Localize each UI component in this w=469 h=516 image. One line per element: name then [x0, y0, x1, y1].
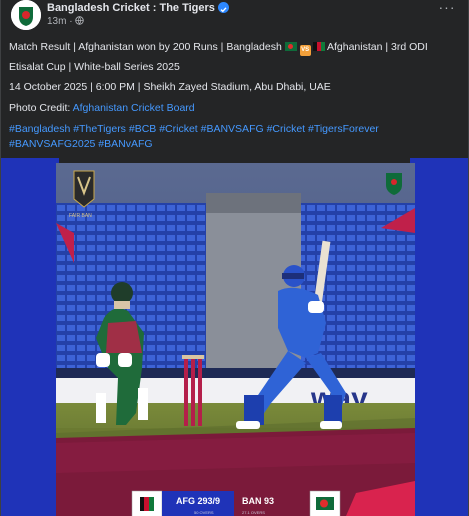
afghanistan-flag-emoji-icon	[312, 42, 325, 51]
vs-emoji-icon: VS	[299, 45, 311, 56]
more-options-button[interactable]: ···	[436, 0, 458, 16]
privacy-globe-icon[interactable]	[75, 16, 85, 25]
post-meta: 13m ·	[47, 16, 85, 27]
page-name[interactable]: Bangladesh Cricket : The Tigers	[47, 2, 215, 14]
page-avatar[interactable]	[11, 0, 41, 30]
post-header: Bangladesh Cricket : The Tigers 13m · ··…	[9, 0, 462, 32]
series-logo-text: FAIR BAN	[69, 213, 92, 219]
afg-score: AFG 293/9	[176, 496, 220, 506]
ban-overs: 27.1 OVERS	[242, 510, 265, 515]
bcb-logo-icon	[11, 0, 41, 30]
media-right-backdrop	[410, 158, 468, 516]
photo-credit-link[interactable]: Afghanistan Cricket Board	[73, 102, 195, 114]
bangladesh-flag-emoji-icon	[284, 42, 297, 51]
hashtags-line-2[interactable]: #BANVSAFG2025 #BANvAFG	[9, 137, 153, 151]
post-card: Bangladesh Cricket : The Tigers 13m · ··…	[0, 0, 469, 516]
stumps	[182, 355, 204, 426]
scorecard-bar: AFG 293/9 BAN 93 50 OVERS 27.1 OVERS	[131, 490, 341, 516]
media-left-backdrop	[1, 158, 59, 516]
post-photo[interactable]: way FAIR BAN	[56, 163, 415, 516]
match-photo-svg: way FAIR BAN	[56, 163, 415, 516]
post-line-2: Etisalat Cup | White-ball Series 2025	[9, 61, 180, 73]
photo-credit-label: Photo Credit:	[9, 102, 71, 114]
hashtags-line-1[interactable]: #Bangladesh #TheTigers #BCB #Cricket #BA…	[9, 122, 379, 136]
post-line-1: Match Result | Afghanistan won by 200 Ru…	[9, 40, 428, 56]
photo-credit-line: Photo Credit: Afghanistan Cricket Board	[9, 101, 195, 115]
post-line-1-text: Match Result | Afghanistan won by 200 Ru…	[9, 41, 285, 53]
verified-badge-icon	[218, 2, 229, 13]
ban-score: BAN 93	[242, 496, 274, 506]
post-time[interactable]: 13m	[47, 16, 66, 27]
post-line-3: 14 October 2025 | 6:00 PM | Sheikh Zayed…	[9, 81, 331, 93]
post-line-1-rest: Afghanistan | 3rd ODI	[324, 41, 428, 53]
afg-overs: 50 OVERS	[194, 510, 214, 515]
